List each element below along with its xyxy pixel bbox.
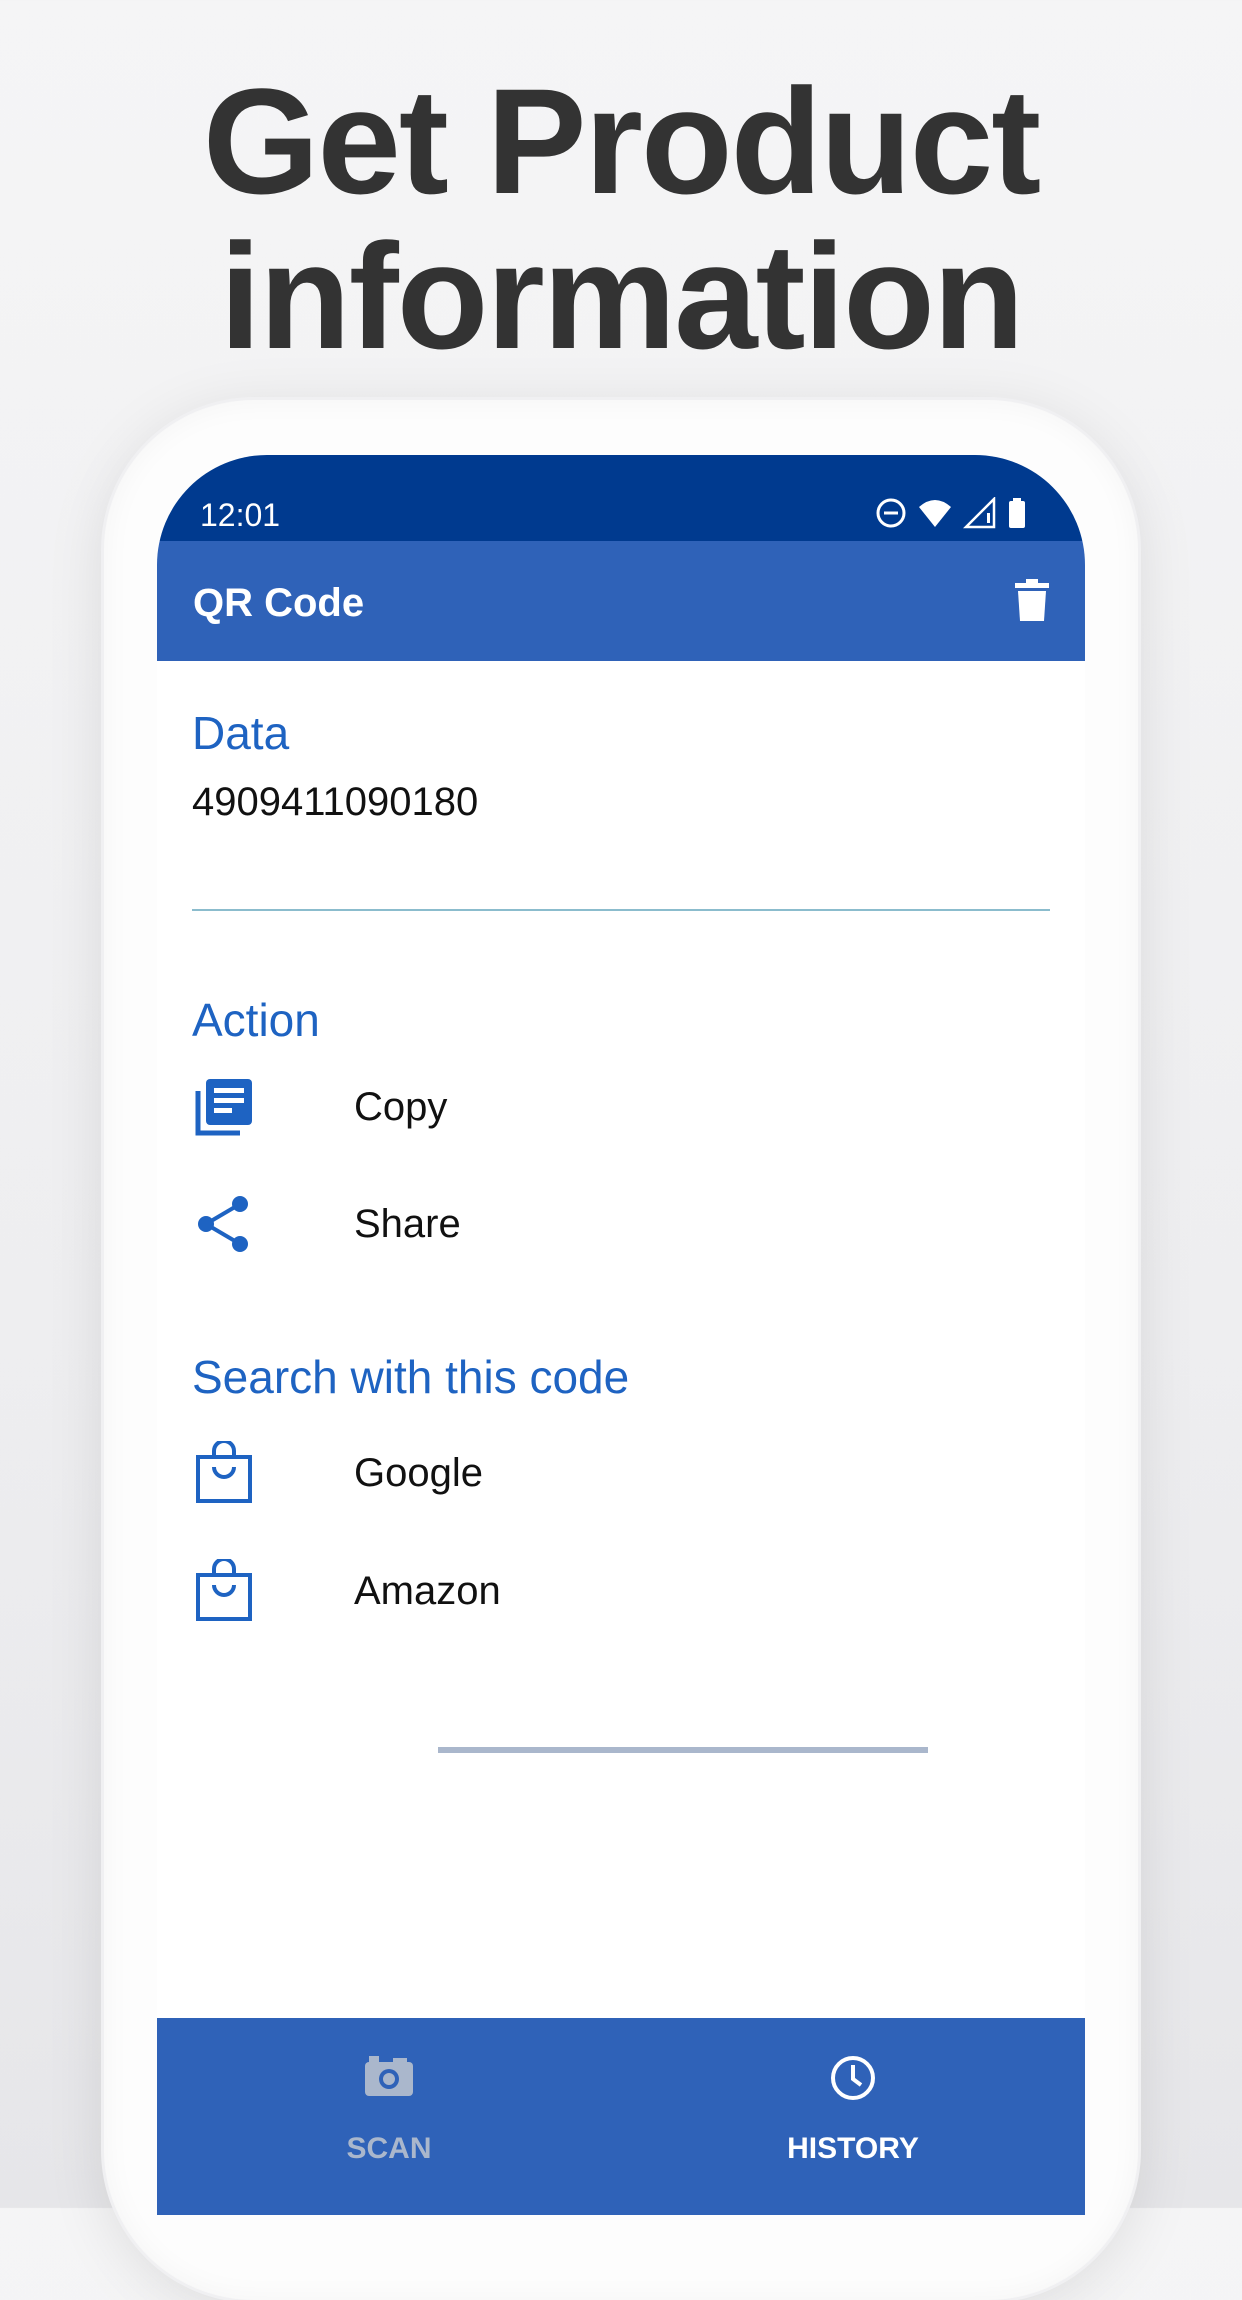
bottom-nav: SCAN HISTORY	[157, 2018, 1085, 2215]
search-amazon-label: Amazon	[354, 1569, 501, 1613]
divider	[192, 909, 1050, 911]
copy-icon	[195, 1079, 252, 1136]
search-google-label: Google	[354, 1451, 483, 1495]
history-icon	[831, 2056, 875, 2100]
phone-screen: 12:01 QR Code Data 4909411090180 Action …	[157, 455, 1085, 2215]
do-not-disturb-icon	[876, 498, 906, 528]
action-section-title: Action	[192, 994, 320, 1046]
nav-scan-label: SCAN	[346, 2132, 432, 2165]
action-copy-label: Copy	[354, 1085, 448, 1129]
shopping-bag-icon	[196, 1559, 252, 1621]
wifi-icon	[919, 500, 951, 527]
shopping-bag-icon	[196, 1441, 252, 1503]
search-google[interactable]: Google	[157, 1423, 1085, 1523]
data-section-title: Data	[192, 707, 290, 759]
status-bar: 12:01	[157, 455, 1085, 541]
search-amazon[interactable]: Amazon	[157, 1541, 1085, 1641]
share-icon	[198, 1196, 248, 1252]
app-bar: QR Code	[157, 541, 1085, 661]
search-section-title: Search with this code	[192, 1351, 630, 1403]
headline-line-1: Get Product	[202, 57, 1041, 225]
camera-icon	[365, 2056, 413, 2096]
action-share-label: Share	[354, 1202, 461, 1246]
status-icons	[875, 497, 1027, 529]
headline: Get Product information	[0, 64, 1242, 374]
action-copy[interactable]: Copy	[157, 1057, 1085, 1157]
headline-line-2: information	[219, 212, 1025, 380]
delete-icon[interactable]	[1015, 579, 1049, 621]
app-bar-title: QR Code	[193, 581, 365, 625]
nav-history-label: HISTORY	[787, 2132, 919, 2165]
nav-history[interactable]: HISTORY	[621, 2018, 1085, 2215]
battery-icon	[1009, 498, 1025, 528]
action-share[interactable]: Share	[157, 1174, 1085, 1274]
nav-active-indicator	[438, 1747, 928, 1753]
signal-icon	[963, 497, 996, 529]
status-time: 12:01	[200, 497, 281, 533]
data-value[interactable]: 4909411090180	[192, 780, 478, 825]
nav-scan[interactable]: SCAN	[157, 2018, 621, 2215]
